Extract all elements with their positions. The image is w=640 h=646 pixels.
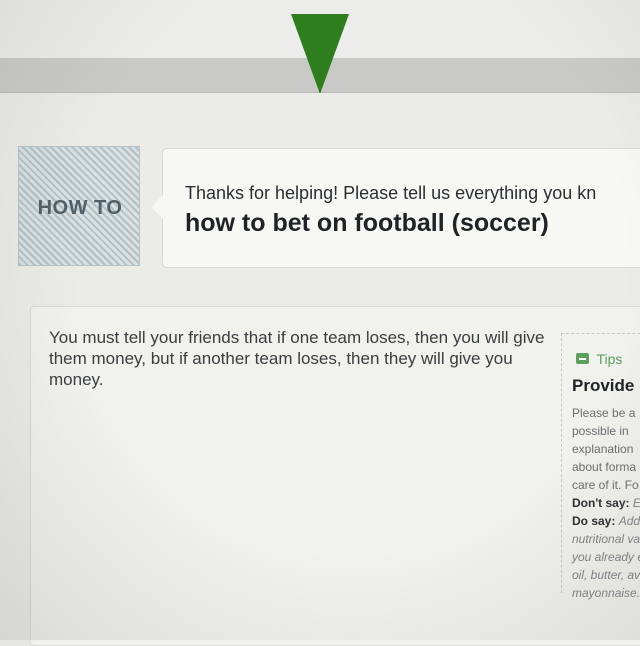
- question-panel: Thanks for helping! Please tell us every…: [151, 148, 640, 268]
- tips-heading: Provide: [572, 376, 635, 395]
- how-to-label: HOW TO: [37, 197, 123, 219]
- do-say-label: Do say:: [572, 514, 616, 528]
- dont-say-line: Don't say: E: [572, 496, 640, 510]
- question-pointer: [151, 195, 163, 219]
- tips-label: Tips: [596, 350, 623, 367]
- how-to-badge: HOW TO: [18, 146, 140, 266]
- answer-textarea[interactable]: You must tell your friends that if one t…: [49, 327, 554, 390]
- tip-example-line: oil, butter, avo: [572, 568, 640, 582]
- tip-line: care of it. Fo: [572, 478, 639, 492]
- green-triangle-icon: [291, 14, 349, 94]
- tip-example-line: nutritional va: [572, 532, 640, 546]
- dont-say-label: Don't say:: [572, 496, 630, 510]
- tip-line: possible in: [572, 424, 629, 438]
- question-intro: Thanks for helping! Please tell us every…: [185, 183, 597, 203]
- tip-example-line: mayonnaise.: [572, 586, 640, 600]
- tip-line: about forma: [572, 460, 637, 474]
- answer-card: You must tell your friends that if one t…: [30, 306, 640, 646]
- do-say-line: Do say: Add: [572, 514, 640, 528]
- minus-icon: [576, 353, 589, 365]
- dont-say-text: E: [633, 496, 640, 510]
- question-title: how to bet on football (soccer): [185, 209, 549, 237]
- tip-example-line: you already e: [572, 550, 640, 564]
- do-say-text: Add: [618, 514, 640, 528]
- tips-box: Tips Provide Please be a possible in exp…: [561, 333, 640, 600]
- tip-line: Please be a: [572, 406, 636, 420]
- tip-line: explanation: [572, 442, 634, 456]
- tips-toggle[interactable]: Tips: [576, 350, 622, 368]
